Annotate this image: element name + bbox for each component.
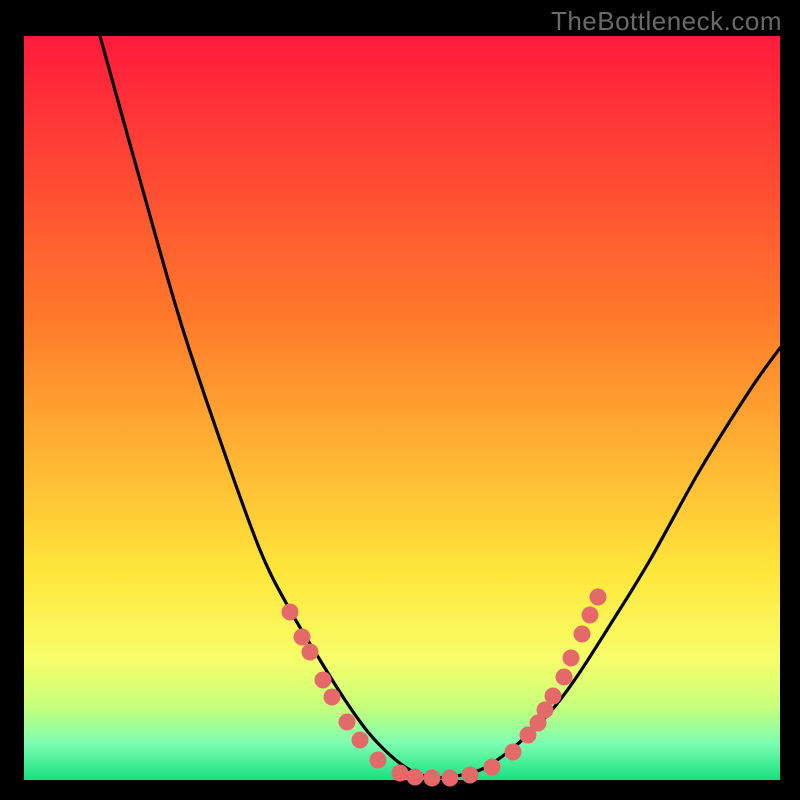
data-point <box>352 732 369 749</box>
data-point <box>407 769 424 786</box>
plot-area <box>24 36 780 780</box>
data-point <box>442 770 459 787</box>
data-point <box>590 589 607 606</box>
data-point <box>302 644 319 661</box>
data-point <box>545 688 562 705</box>
data-point <box>462 767 479 784</box>
data-point <box>563 650 580 667</box>
watermark-text: TheBottleneck.com <box>551 6 782 37</box>
data-point <box>282 604 299 621</box>
data-point <box>574 626 591 643</box>
data-point <box>294 629 311 646</box>
data-point <box>324 689 341 706</box>
data-point <box>582 607 599 624</box>
data-point <box>315 672 332 689</box>
data-point <box>339 714 356 731</box>
data-point <box>556 669 573 686</box>
data-point <box>424 770 441 787</box>
chart-svg <box>0 0 800 800</box>
chart-container: { "watermark": "TheBottleneck.com", "col… <box>0 0 800 800</box>
data-point <box>392 765 409 782</box>
data-point <box>484 759 501 776</box>
data-point <box>505 744 522 761</box>
data-point <box>370 752 387 769</box>
